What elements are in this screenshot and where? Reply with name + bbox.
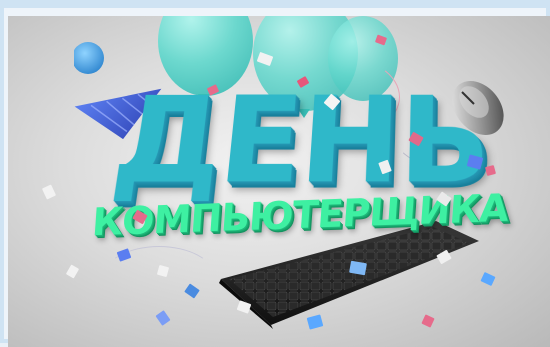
confetti xyxy=(480,271,496,287)
confetti xyxy=(41,184,57,200)
poster-image: ДЕНЬ КОМПЬЮТЕРЩИКА xyxy=(8,16,550,347)
image-frame: ДЕНЬ КОМПЬЮТЕРЩИКА xyxy=(0,0,550,347)
confetti xyxy=(65,264,80,279)
confetti xyxy=(349,260,367,276)
confetti xyxy=(155,310,171,326)
